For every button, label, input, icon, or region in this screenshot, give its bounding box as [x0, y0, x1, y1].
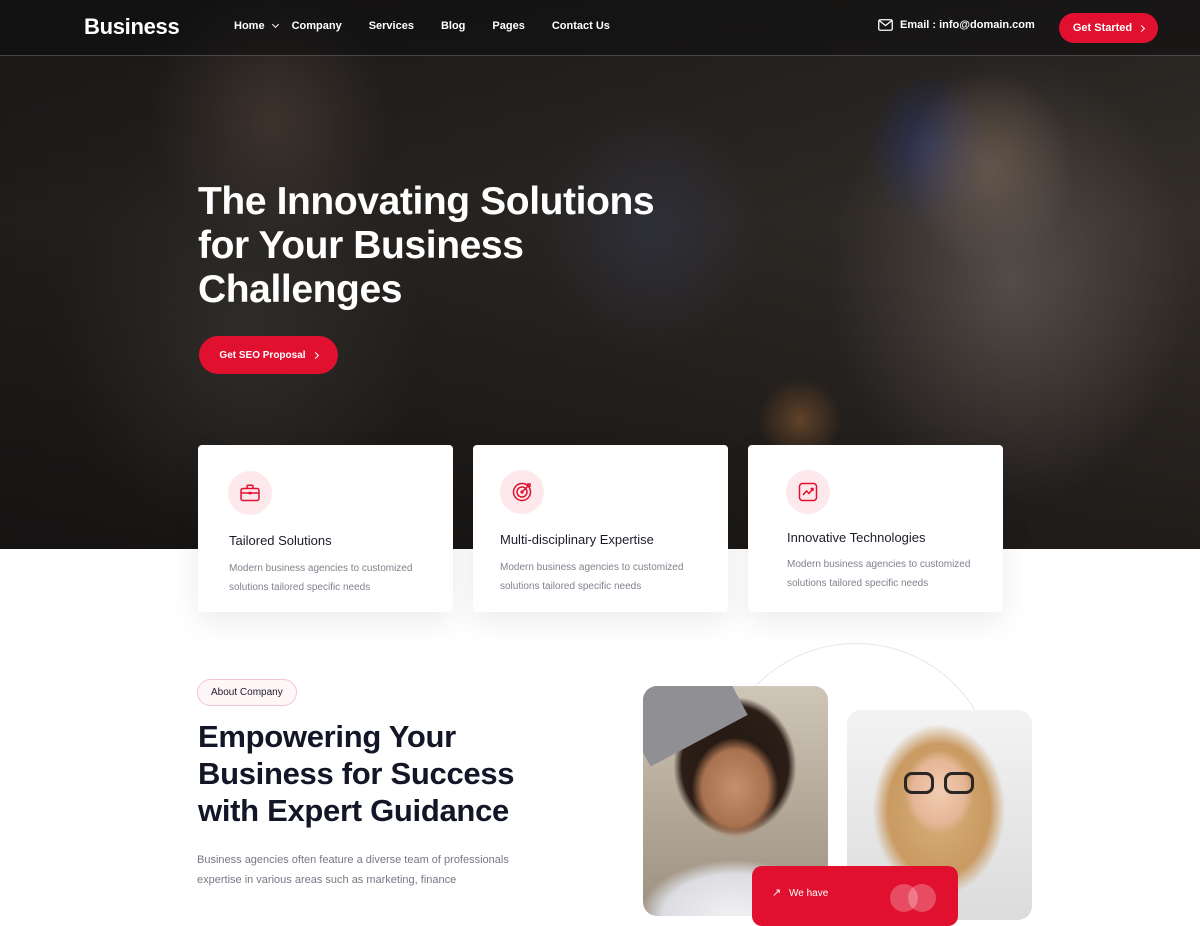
- stats-label: We have: [789, 888, 829, 899]
- get-seo-proposal-label: Get SEO Proposal: [219, 349, 306, 361]
- chart-icon: [786, 470, 830, 514]
- get-seo-proposal-button[interactable]: Get SEO Proposal: [199, 336, 338, 374]
- feature-card-desc: Modern business agencies to customized s…: [500, 562, 684, 592]
- nav-item-home-label: Home: [234, 20, 265, 32]
- feature-card-title: Innovative Technologies: [787, 530, 926, 545]
- hero-title: The Innovating Solutions for Your Busine…: [198, 180, 655, 311]
- get-started-label: Get Started: [1072, 22, 1133, 34]
- feature-card-multi-disciplinary: Multi-disciplinary Expertise Modern busi…: [473, 445, 728, 612]
- feature-card-title: Multi-disciplinary Expertise: [500, 532, 654, 547]
- nav-item-pages[interactable]: Pages: [492, 20, 524, 32]
- feature-card-innovative-technologies: Innovative Technologies Modern business …: [748, 445, 1003, 612]
- nav-item-contact[interactable]: Contact Us: [552, 20, 610, 32]
- chevron-right-icon: [311, 351, 319, 359]
- envelope-icon: [878, 19, 893, 31]
- arrow-up-right-icon: ↗: [772, 887, 782, 899]
- glasses-detail: [904, 772, 974, 796]
- feature-card-desc: Modern business agencies to customized s…: [229, 563, 413, 593]
- nav-item-home[interactable]: Home: [234, 20, 279, 32]
- nav-item-blog[interactable]: Blog: [441, 20, 465, 32]
- about-description: Business agencies often feature a divers…: [197, 854, 509, 886]
- about-title: Empowering Your Business for Success wit…: [198, 719, 515, 828]
- about-company-badge: About Company: [197, 679, 297, 706]
- stats-card: ↗ We have: [752, 866, 958, 926]
- feature-card-tailored-solutions: Tailored Solutions Modern business agenc…: [198, 445, 453, 612]
- get-started-button[interactable]: Get Started: [1059, 13, 1158, 43]
- chevron-down-icon: [271, 20, 279, 29]
- nav-email-link[interactable]: Email : info@domain.com: [878, 19, 1035, 31]
- briefcase-icon: [228, 471, 272, 515]
- top-navbar: Business Home Company Services Blog Page…: [0, 0, 1200, 56]
- nav-item-services[interactable]: Services: [369, 20, 414, 32]
- feature-card-desc: Modern business agencies to customized s…: [787, 559, 971, 589]
- chevron-right-icon: [1138, 24, 1146, 32]
- target-icon: [500, 470, 544, 514]
- nav-email-text: Email : info@domain.com: [900, 19, 1035, 31]
- avatar-group: [890, 884, 950, 914]
- site-logo[interactable]: Business: [84, 14, 180, 40]
- feature-card-title: Tailored Solutions: [229, 533, 332, 548]
- photo-background-detail: [643, 686, 748, 767]
- nav-item-company[interactable]: Company: [292, 20, 342, 32]
- main-nav: Home Company Services Blog Pages Contact…: [234, 20, 637, 32]
